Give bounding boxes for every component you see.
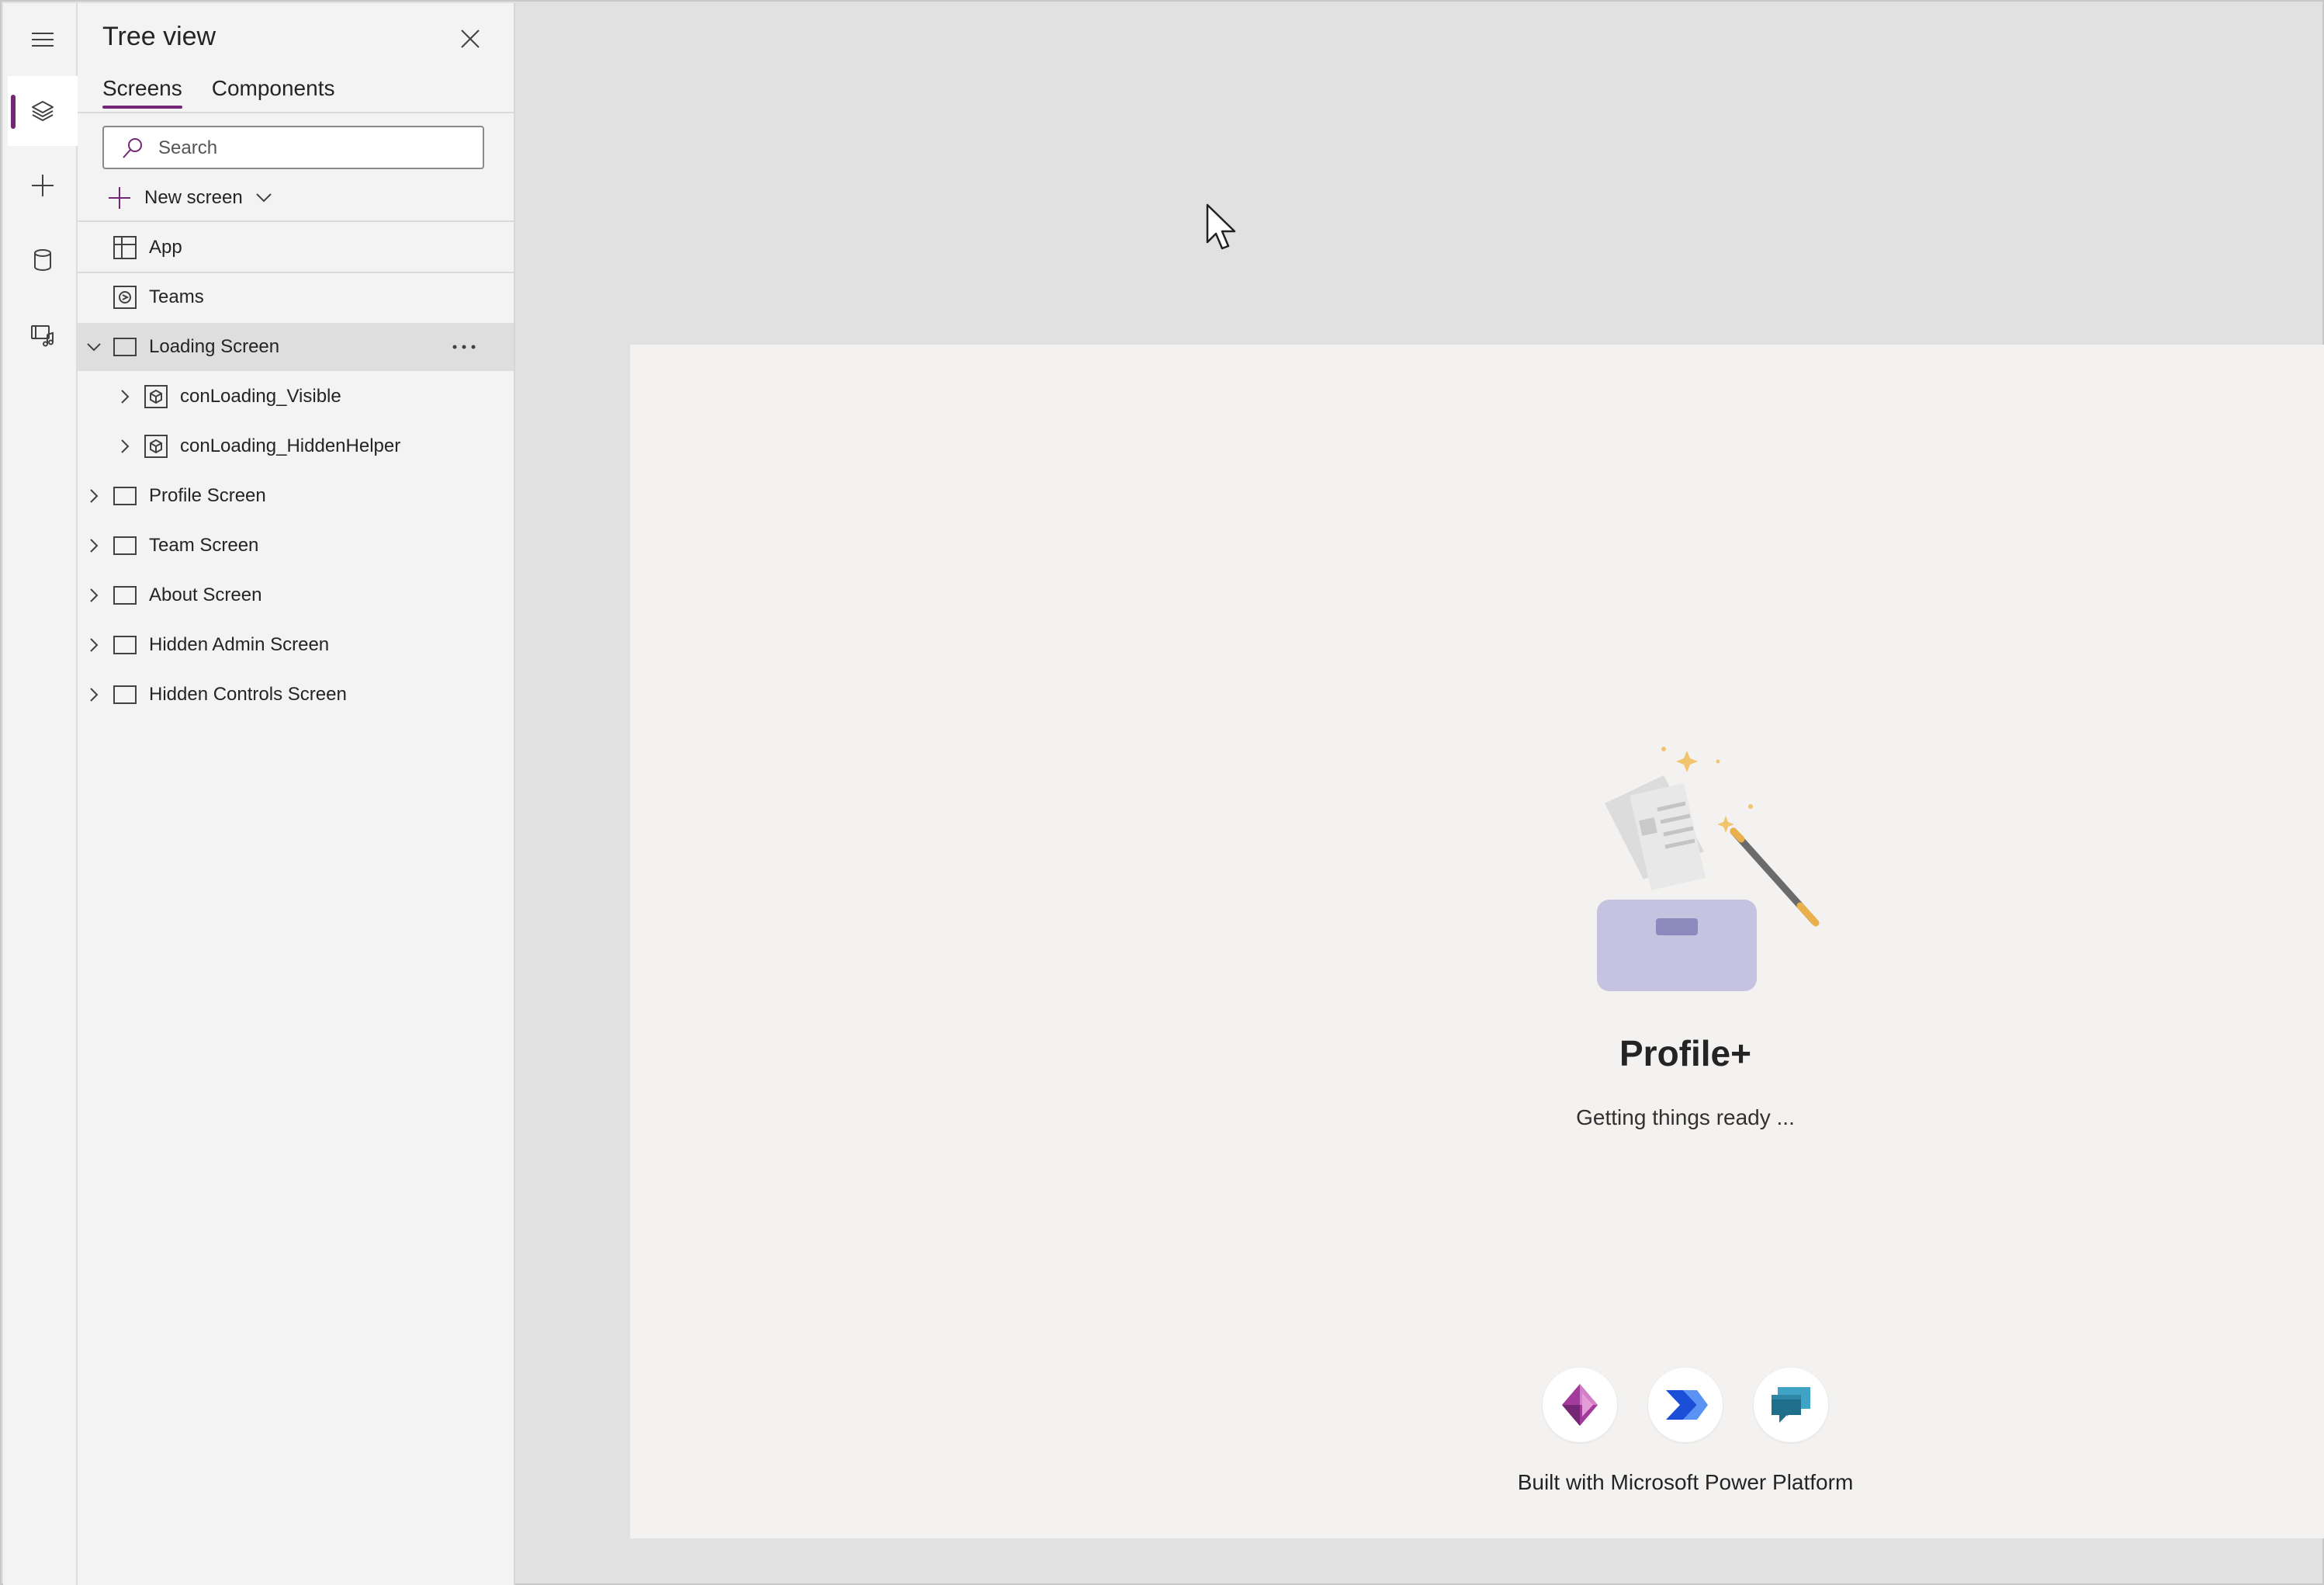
power-apps-icon (1562, 1384, 1598, 1426)
chevron-right-icon[interactable] (84, 486, 104, 506)
tree-node-label: About Screen (149, 584, 262, 605)
close-pane-button[interactable] (453, 22, 487, 56)
hamburger-menu-button[interactable] (8, 5, 78, 75)
chevron-right-icon[interactable] (84, 685, 104, 705)
loading-status-text: Getting things ready ... (1576, 1105, 1795, 1129)
tree-node-conloading-hiddenhelper[interactable]: conLoading_HiddenHelper (78, 422, 514, 470)
tree-node-label: Team Screen (149, 535, 259, 556)
new-screen-button[interactable]: New screen (106, 182, 274, 214)
data-cylinder-icon (34, 249, 51, 271)
tree-node-team-screen[interactable]: Team Screen (78, 522, 514, 570)
screen-icon (113, 487, 137, 505)
data-button[interactable] (8, 225, 78, 295)
hamburger-menu-icon (32, 33, 54, 47)
container-icon (144, 385, 168, 408)
power-apps-logo (1543, 1368, 1617, 1442)
chevron-down-icon (256, 193, 272, 203)
screen-icon (113, 586, 137, 605)
power-virtual-agents-logo (1754, 1368, 1828, 1442)
plus-icon (109, 187, 130, 209)
tree-node-label: Hidden Admin Screen (149, 634, 330, 655)
more-options-button[interactable] (449, 334, 480, 360)
mouse-cursor-icon (1206, 203, 1236, 250)
tabs-divider (78, 112, 514, 113)
app-canvas[interactable] (630, 345, 2324, 1538)
app-grid-icon (113, 236, 137, 259)
tree-node-label: App (149, 237, 182, 258)
power-automate-icon (1666, 1390, 1708, 1420)
pane-title: Tree view (102, 22, 216, 51)
tree-node-teams[interactable]: Teams (78, 273, 514, 321)
screen-icon (113, 338, 137, 356)
tree-node-label: conLoading_HiddenHelper (180, 435, 401, 456)
tree-view-pane: Tree view Screens Components New screen … (78, 3, 515, 1585)
app-title: Profile+ (1619, 1033, 1751, 1073)
tab-components[interactable]: Components (212, 76, 335, 109)
teams-icon (113, 286, 137, 309)
chevron-right-icon[interactable] (84, 635, 104, 655)
tree-node-app[interactable]: App (78, 224, 514, 272)
ellipsis-icon (452, 345, 476, 349)
search-icon (123, 138, 142, 158)
tree-node-label: conLoading_Visible (180, 386, 341, 407)
tree-node-hidden-controls-screen[interactable]: Hidden Controls Screen (78, 671, 514, 719)
tree-view-layers-icon (32, 101, 54, 121)
tab-screens[interactable]: Screens (102, 76, 182, 109)
insert-plus-icon (32, 175, 54, 196)
insert-button[interactable] (8, 151, 78, 220)
screen-icon (113, 685, 137, 704)
left-rail (3, 3, 78, 1585)
tree-node-label: Teams (149, 286, 204, 307)
pane-divider (78, 220, 514, 222)
container-icon (144, 435, 168, 458)
studio-window: Tree view Screens Components New screen … (0, 0, 2324, 1585)
tree-view-button[interactable] (8, 76, 78, 146)
tree-node-conloading-visible[interactable]: conLoading_Visible (78, 373, 514, 421)
tree-node-about-screen[interactable]: About Screen (78, 571, 514, 619)
tree-node-loading-screen[interactable]: Loading Screen (78, 323, 514, 371)
search-input[interactable] (157, 134, 470, 163)
new-screen-label: New screen (144, 187, 243, 208)
built-with-text: Built with Microsoft Power Platform (1517, 1470, 1854, 1494)
media-icon (31, 325, 54, 347)
tree-node-label: Profile Screen (149, 485, 266, 506)
chevron-right-icon[interactable] (115, 387, 135, 407)
power-automate-logo (1648, 1368, 1723, 1442)
chevron-right-icon[interactable] (84, 585, 104, 605)
tree-node-profile-screen[interactable]: Profile Screen (78, 472, 514, 520)
tree-node-label: Loading Screen (149, 336, 280, 357)
screen-icon (113, 536, 137, 555)
chevron-right-icon[interactable] (84, 536, 104, 556)
tree-view-tabs: Screens Components (102, 76, 334, 109)
media-button[interactable] (8, 300, 78, 369)
search-box[interactable] (102, 126, 484, 169)
power-virtual-agents-icon (1772, 1387, 1810, 1423)
tree-node-hidden-admin-screen[interactable]: Hidden Admin Screen (78, 621, 514, 669)
loading-illustration (1597, 747, 1820, 991)
screen-icon (113, 636, 137, 654)
close-icon (461, 29, 480, 48)
chevron-right-icon[interactable] (115, 436, 135, 456)
tree-node-label: Hidden Controls Screen (149, 684, 347, 705)
platform-logos (1543, 1368, 1837, 1445)
chevron-down-icon[interactable] (84, 337, 104, 357)
